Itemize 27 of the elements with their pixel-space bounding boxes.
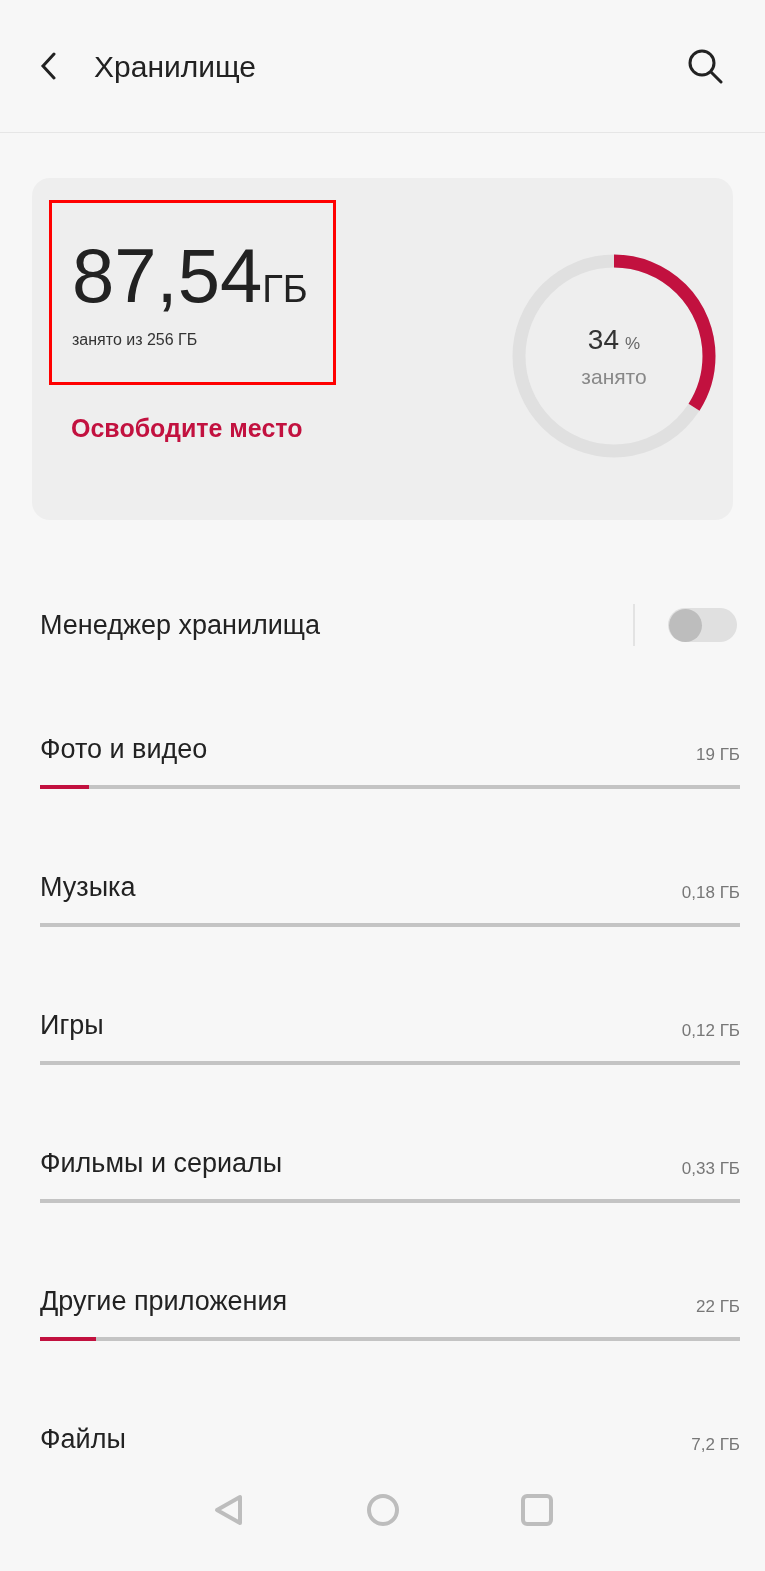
percent-caption: занято: [581, 364, 647, 391]
recents-nav-icon[interactable]: [519, 1493, 554, 1527]
category-size: 7,2 ГБ: [691, 1434, 740, 1457]
manager-label: Менеджер хранилища: [40, 608, 321, 642]
page-title: Хранилище: [94, 48, 256, 85]
category-label: Игры: [40, 1008, 104, 1042]
category-size: 19 ГБ: [696, 744, 740, 767]
category-label: Музыка: [40, 870, 136, 904]
home-nav-icon[interactable]: [365, 1493, 400, 1527]
category-size: 0,33 ГБ: [681, 1158, 740, 1181]
toggle-knob: [669, 608, 702, 642]
category-size: 0,12 ГБ: [681, 1020, 740, 1043]
category-size: 22 ГБ: [696, 1296, 740, 1319]
capacity-caption: занято из 256 ГБ: [72, 330, 199, 350]
free-space-link[interactable]: Освободите место: [49, 410, 336, 448]
category-label: Файлы: [40, 1422, 126, 1456]
back-icon[interactable]: [40, 52, 56, 80]
category-label: Другие приложения: [40, 1284, 288, 1318]
manager-toggle[interactable]: [668, 608, 737, 642]
percent-sign: %: [625, 333, 641, 356]
category-size: 0,18 ГБ: [681, 882, 740, 905]
category-label: Фото и видео: [40, 732, 208, 766]
used-unit: ГБ: [262, 270, 308, 308]
percent-value: 34: [587, 323, 619, 358]
category-label: Фильмы и сериалы: [40, 1146, 283, 1180]
used-amount: 87,54: [72, 238, 263, 314]
search-icon[interactable]: [687, 48, 723, 84]
